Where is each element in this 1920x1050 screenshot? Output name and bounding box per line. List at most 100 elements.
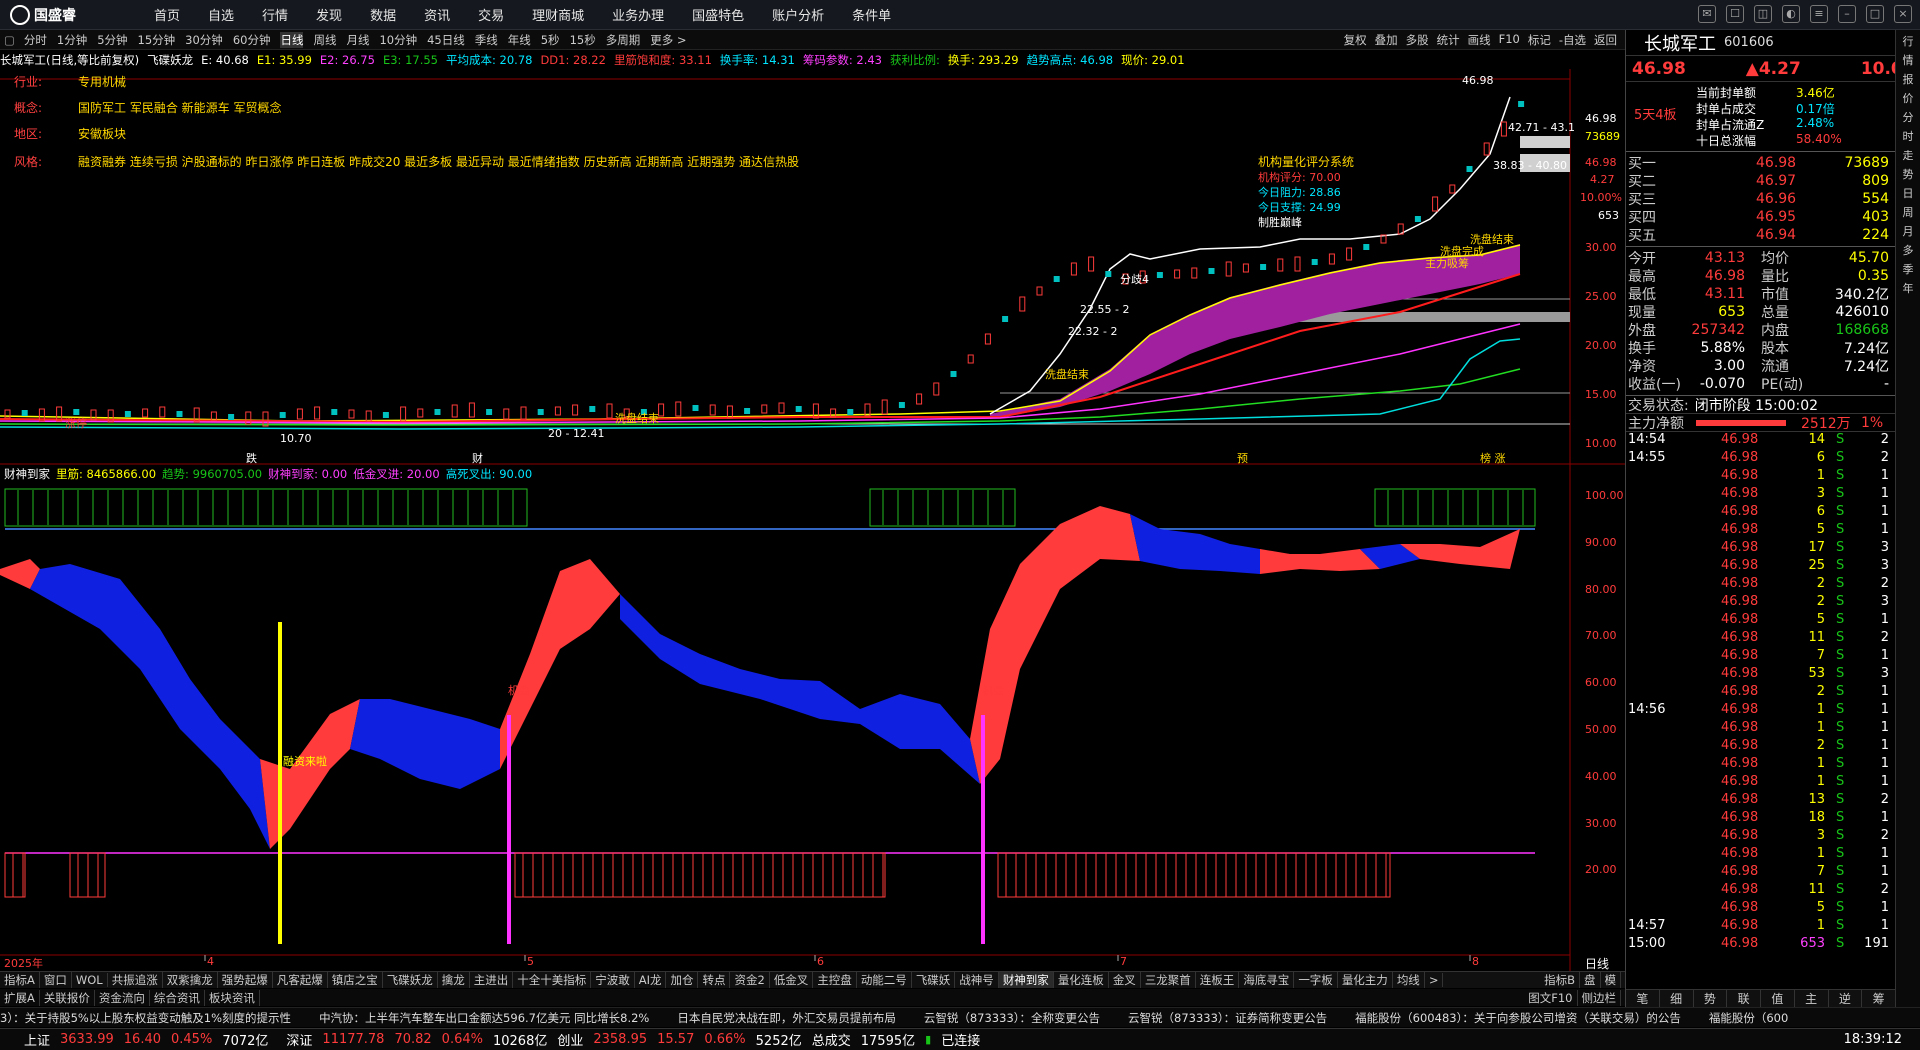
period-15[interactable]: 多周期 xyxy=(606,32,641,48)
quote-tab-3[interactable]: 联 xyxy=(1727,990,1761,1007)
toolbar-right-8[interactable]: 返回 xyxy=(1594,32,1617,48)
news-item[interactable]: 福能股份（600483）：关于向参股公司增资（关联交易）的公告 xyxy=(1355,1010,1681,1026)
menu-item-1[interactable]: 自选 xyxy=(208,5,234,24)
menu-item-10[interactable]: 账户分析 xyxy=(772,5,824,24)
ind-tab-21[interactable]: 战神号 xyxy=(955,972,999,988)
period-0[interactable]: 分时 xyxy=(24,32,47,48)
period-16[interactable]: 更多 > xyxy=(650,32,686,48)
ind-tab-29[interactable]: 量化主力 xyxy=(1338,972,1393,988)
info-tab-0[interactable]: 扩展A xyxy=(0,989,40,1006)
ind-tab-23[interactable]: 量化连板 xyxy=(1054,972,1109,988)
news-item[interactable]: 3）：关于持股5%以上股东权益变动触及1%刻度的提示性 xyxy=(0,1010,291,1026)
ind-tab-1[interactable]: 窗口 xyxy=(40,972,72,988)
info-tab-right-1[interactable]: 侧边栏 xyxy=(1578,989,1621,1006)
news-item[interactable]: 云智锐（873333）：全称变更公告 xyxy=(924,1010,1100,1026)
ind-tab-17[interactable]: 低金叉 xyxy=(770,972,814,988)
ind-tab-5[interactable]: 强势起爆 xyxy=(218,972,273,988)
ind-tab-right-1[interactable]: 盘 xyxy=(1580,972,1601,988)
chart-area[interactable] xyxy=(0,69,1625,971)
ind-tab-28[interactable]: 一字板 xyxy=(1294,972,1338,988)
period-6[interactable]: 日线 xyxy=(280,31,304,48)
bid-row[interactable]: 买二 46.97 809 xyxy=(1626,172,1895,190)
side-tab-4[interactable]: 分 xyxy=(1903,110,1914,125)
side-tab-10[interactable]: 月 xyxy=(1903,224,1914,239)
period-1[interactable]: 1分钟 xyxy=(57,32,87,48)
side-tab-7[interactable]: 势 xyxy=(1903,167,1914,182)
period-8[interactable]: 月线 xyxy=(346,32,369,48)
news-item[interactable]: 云智锐（873333）：证券简称变更公告 xyxy=(1128,1010,1327,1026)
side-tab-13[interactable]: 年 xyxy=(1903,281,1914,296)
info-tab-4[interactable]: 板块资讯 xyxy=(205,989,260,1006)
period-5[interactable]: 60分钟 xyxy=(233,32,271,48)
ind-tab-26[interactable]: 连板王 xyxy=(1196,972,1240,988)
ind-tab-12[interactable]: 宁波敢 xyxy=(591,972,635,988)
xaxis-period[interactable]: 日线 xyxy=(1585,955,1609,972)
maximize-icon[interactable]: □ xyxy=(1866,5,1884,23)
side-tab-9[interactable]: 周 xyxy=(1903,205,1914,220)
ind-tab-3[interactable]: 共振追涨 xyxy=(108,972,163,988)
ind-tab-24[interactable]: 金叉 xyxy=(1109,972,1141,988)
menu-item-7[interactable]: 理财商城 xyxy=(532,5,584,24)
bid-row[interactable]: 买四 46.95 403 xyxy=(1626,208,1895,226)
close-icon[interactable]: × xyxy=(1894,5,1912,23)
bid-row[interactable]: 买五 46.94 224 xyxy=(1626,226,1895,244)
ind-tab-2[interactable]: WOL xyxy=(72,973,108,987)
side-tab-6[interactable]: 走 xyxy=(1903,148,1914,163)
side-tab-8[interactable]: 日 xyxy=(1903,186,1914,201)
ind-tab-7[interactable]: 镇店之宝 xyxy=(328,972,383,988)
ind-tab-9[interactable]: 擒龙 xyxy=(438,972,470,988)
side-tab-11[interactable]: 多 xyxy=(1903,243,1914,258)
message-icon[interactable]: ✉ xyxy=(1698,5,1716,23)
ind-tab-19[interactable]: 动能二号 xyxy=(857,972,912,988)
indicator-name[interactable]: 飞碟妖龙 xyxy=(147,52,193,68)
menu-item-8[interactable]: 业务办理 xyxy=(612,5,664,24)
lock-icon[interactable]: ◫ xyxy=(1754,5,1772,23)
news-item[interactable]: 福能股份（600 xyxy=(1709,1010,1788,1026)
quote-tab-0[interactable]: 笔 xyxy=(1626,990,1660,1007)
ind-tab-20[interactable]: 飞碟妖 xyxy=(912,972,956,988)
ind-tab-22[interactable]: 财神到家 xyxy=(998,972,1054,988)
ind-tab-14[interactable]: 加仓 xyxy=(666,972,699,988)
toolbar-right-0[interactable]: 复权 xyxy=(1344,32,1367,48)
quote-tab-2[interactable]: 势 xyxy=(1694,990,1728,1007)
ind-tab-27[interactable]: 海底寻宝 xyxy=(1239,972,1295,988)
ind-tab-8[interactable]: 飞碟妖龙 xyxy=(383,972,438,988)
quote-tab-5[interactable]: 主 xyxy=(1795,990,1829,1007)
ind-tab-4[interactable]: 双紫擒龙 xyxy=(163,972,218,988)
side-tab-12[interactable]: 季 xyxy=(1903,262,1914,277)
quote-tab-4[interactable]: 值 xyxy=(1761,990,1795,1007)
period-2[interactable]: 5分钟 xyxy=(97,32,127,48)
side-tab-5[interactable]: 时 xyxy=(1903,129,1914,144)
side-tab-3[interactable]: 价 xyxy=(1903,91,1914,106)
ind-tab-10[interactable]: 主进出 xyxy=(470,972,514,988)
panel-toggle-icon[interactable]: ▢ xyxy=(4,33,15,47)
news-item[interactable]: 中汽协：上半年汽车整车出口金额达596.7亿美元 同比增长8.2% xyxy=(319,1010,649,1026)
menu-item-5[interactable]: 资讯 xyxy=(424,5,450,24)
period-11[interactable]: 季线 xyxy=(475,32,498,48)
bid-row[interactable]: 买一 46.98 73689 xyxy=(1626,154,1895,172)
period-12[interactable]: 年线 xyxy=(508,32,531,48)
ind-name[interactable]: 财神到家 xyxy=(4,466,50,482)
side-tab-0[interactable]: 行 xyxy=(1903,34,1914,49)
menu-item-3[interactable]: 发现 xyxy=(316,5,342,24)
settings-icon[interactable]: ≡ xyxy=(1810,5,1828,23)
ind-tab-right-2[interactable]: 模 xyxy=(1601,972,1621,988)
ind-tab-0[interactable]: 指标A xyxy=(0,972,40,988)
skin-icon[interactable]: ◐ xyxy=(1782,5,1800,23)
ind-tab-31[interactable]: > xyxy=(1425,973,1444,987)
period-7[interactable]: 周线 xyxy=(313,32,336,48)
ind-tab-6[interactable]: 凡客起爆 xyxy=(273,972,328,988)
menu-item-2[interactable]: 行情 xyxy=(262,5,288,24)
period-4[interactable]: 30分钟 xyxy=(185,32,223,48)
menu-item-0[interactable]: 首页 xyxy=(154,5,180,24)
info-tab-3[interactable]: 综合资讯 xyxy=(150,989,205,1006)
period-14[interactable]: 15秒 xyxy=(570,32,596,48)
news-item[interactable]: 日本自民党决战在即，外汇交易员提前布局 xyxy=(677,1010,896,1026)
menu-item-6[interactable]: 交易 xyxy=(478,5,504,24)
ind-tab-18[interactable]: 主控盘 xyxy=(813,972,857,988)
period-9[interactable]: 10分钟 xyxy=(379,32,417,48)
info-tab-right-0[interactable]: 图文F10 xyxy=(1524,989,1578,1006)
quote-tab-1[interactable]: 细 xyxy=(1660,990,1694,1007)
ind-tab-13[interactable]: AI龙 xyxy=(635,972,667,988)
ind-tab-11[interactable]: 十全十美指标 xyxy=(513,972,592,988)
